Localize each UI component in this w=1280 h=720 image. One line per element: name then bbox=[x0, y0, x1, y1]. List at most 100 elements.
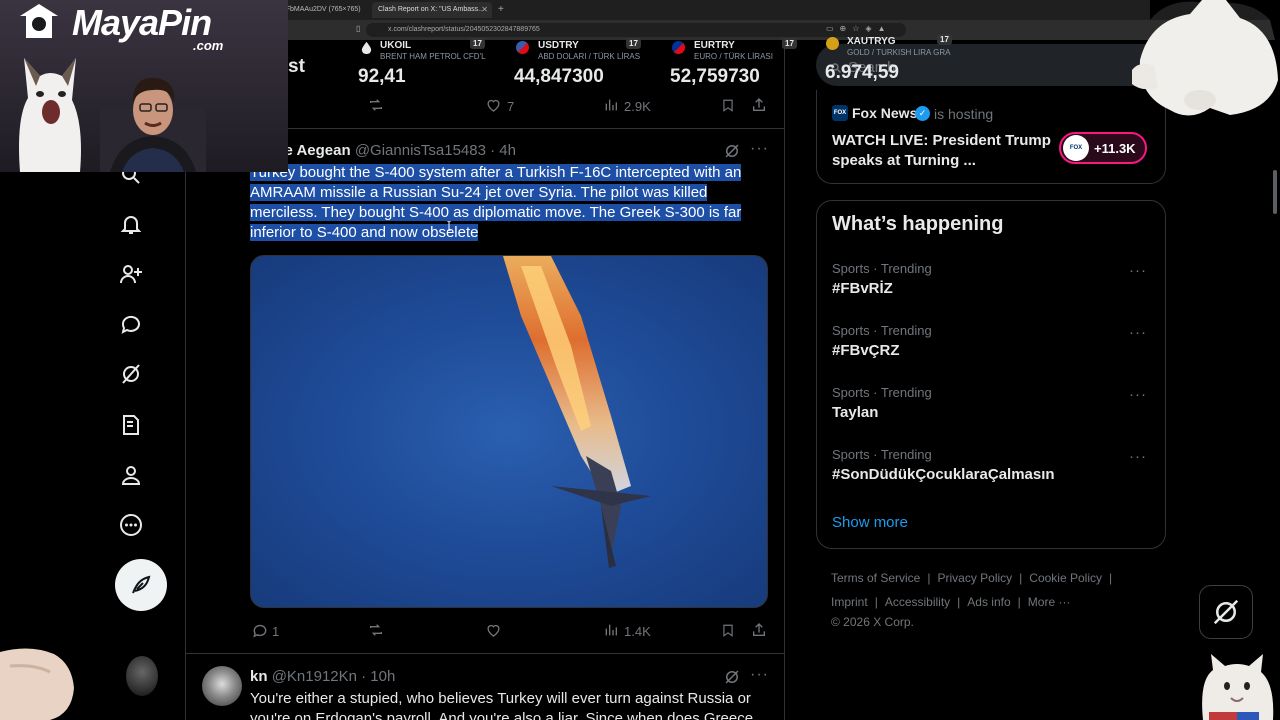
ads-info-link[interactable]: Ads info bbox=[967, 595, 1010, 609]
more-options-icon[interactable]: ··· bbox=[750, 140, 769, 158]
trend-meta: Sports · Trending bbox=[832, 447, 932, 462]
trend-item[interactable]: #SonDüdükÇocuklaraÇalmasın bbox=[832, 466, 1055, 483]
retweet-icon[interactable] bbox=[367, 97, 385, 113]
url-text: x.com/clashreport/status/204505230284788… bbox=[388, 26, 540, 33]
streamer-image bbox=[100, 77, 206, 172]
tweet1-text-content: Turkey bought the S-400 system after a T… bbox=[250, 164, 742, 241]
profile-icon[interactable] bbox=[116, 460, 146, 490]
whats-happening-panel bbox=[816, 200, 1166, 549]
ticker-description: ABD DOLARI / TÜRK LİRAS bbox=[538, 52, 641, 61]
like-icon[interactable] bbox=[485, 97, 502, 113]
ticker-value: 44,847300 bbox=[514, 66, 604, 87]
new-tab-icon[interactable]: + bbox=[498, 4, 504, 15]
mayapin-logo-icon bbox=[20, 4, 58, 38]
reply-icon[interactable] bbox=[251, 622, 269, 639]
browser-extension-icons[interactable]: ▭⊕☆◈▲ bbox=[826, 24, 892, 33]
ticker-symbol: UKOIL bbox=[380, 40, 412, 51]
ticker-symbol: USDTRY bbox=[538, 40, 579, 51]
fox-news-logo-icon: FOX bbox=[832, 105, 848, 121]
feather-pen-icon bbox=[132, 575, 151, 594]
tweet2-header: kn @Kn1912Kn · 10h bbox=[250, 668, 395, 685]
tweet-divider bbox=[185, 653, 785, 654]
more-options-icon[interactable]: ··· bbox=[1129, 448, 1147, 465]
more-options-icon[interactable]: ··· bbox=[750, 666, 769, 684]
trend-item[interactable]: #FBvRİZ bbox=[832, 280, 893, 297]
ticker-usdtry[interactable]: USDTRY 17 ABD DOLARI / TÜRK LİRAS 44,847… bbox=[512, 38, 672, 95]
footer-links-row2: Imprint | Accessibility | Ads info | More ··· bbox=[831, 595, 1071, 609]
hand-overlay-image bbox=[0, 648, 74, 720]
host-name[interactable]: Fox News bbox=[852, 105, 917, 121]
close-tab-icon[interactable]: ✕ bbox=[481, 5, 488, 14]
author-handle-time[interactable]: @Kn1912Kn · 10h bbox=[272, 668, 396, 685]
ticker-value: 6.974,59 bbox=[825, 62, 899, 83]
grok-nav-icon[interactable] bbox=[116, 359, 146, 389]
more-options-icon[interactable]: ··· bbox=[1129, 386, 1147, 403]
tradingview-icon: 17 bbox=[937, 34, 952, 45]
views-icon[interactable] bbox=[603, 622, 619, 638]
bookmark-icon[interactable] bbox=[721, 622, 735, 639]
share-icon[interactable] bbox=[751, 621, 767, 639]
cookie-link[interactable]: Cookie Policy bbox=[1029, 571, 1102, 585]
more-icon[interactable] bbox=[116, 510, 146, 540]
tradingview-icon: 17 bbox=[470, 38, 485, 49]
oil-drop-icon bbox=[361, 41, 372, 54]
page-scrollbar[interactable] bbox=[1273, 170, 1277, 214]
trend-meta: Sports · Trending bbox=[832, 261, 932, 276]
ticker-symbol: EURTRY bbox=[694, 40, 735, 51]
messages-icon[interactable] bbox=[116, 309, 146, 339]
share-icon[interactable] bbox=[751, 96, 767, 114]
account-avatar[interactable] bbox=[126, 656, 158, 696]
tweet1-text: Turkey bought the S-400 system after a T… bbox=[250, 163, 770, 243]
imprint-link[interactable]: Imprint bbox=[831, 595, 868, 609]
accessibility-link[interactable]: Accessibility bbox=[885, 595, 950, 609]
tradingview-icon: 17 bbox=[626, 38, 641, 49]
host-label: is hosting bbox=[934, 106, 994, 122]
avatar[interactable] bbox=[202, 666, 242, 706]
ticker-ukoil[interactable]: UKOIL 17 BRENT HAM PETROL CFD'L 92,41 bbox=[358, 38, 510, 95]
trend-item[interactable]: #FBvÇRZ bbox=[832, 342, 900, 359]
views-icon[interactable] bbox=[603, 97, 619, 113]
cat-meme-topright-image bbox=[1132, 0, 1280, 116]
like-count: 7 bbox=[507, 99, 515, 114]
notifications-icon[interactable] bbox=[116, 209, 146, 239]
bookmark-icon[interactable]: ▯ bbox=[356, 24, 360, 33]
grok-floating-button[interactable] bbox=[1199, 585, 1253, 639]
show-more-link[interactable]: Show more bbox=[832, 514, 908, 531]
url-field[interactable]: x.com/clashreport/status/204505230284788… bbox=[366, 23, 906, 37]
grok-icon[interactable] bbox=[723, 142, 741, 160]
cat-meme-bottomright-image bbox=[1195, 650, 1280, 720]
privacy-link[interactable]: Privacy Policy bbox=[937, 571, 1012, 585]
browser-tab-active[interactable]: Clash Report on X: "US Ambass... ✕ bbox=[372, 2, 492, 18]
ticker-eurtry[interactable]: EURTRY 17 EURO / TÜRK LİRASI 52,759730 bbox=[668, 38, 828, 95]
streamer-webcam-overlay: MayaPin .com bbox=[0, 0, 288, 172]
view-count: 2.9K bbox=[624, 99, 651, 114]
more-options-icon[interactable]: ··· bbox=[1129, 324, 1147, 341]
trend-item[interactable]: Taylan bbox=[832, 404, 878, 421]
like-icon[interactable] bbox=[485, 622, 502, 638]
live-listeners-pill[interactable]: FOX +11.3K bbox=[1059, 132, 1147, 164]
cat-meme-image bbox=[19, 58, 81, 172]
live-title[interactable]: WATCH LIVE: President Trump speaks at Tu… bbox=[832, 131, 1052, 171]
ticker-value: 92,41 bbox=[358, 66, 406, 87]
more-options-icon[interactable]: ··· bbox=[1129, 262, 1147, 279]
compose-post-button[interactable] bbox=[115, 559, 167, 611]
drafts-icon[interactable] bbox=[116, 410, 146, 440]
text-cursor-icon bbox=[447, 221, 451, 231]
author-handle-time[interactable]: @GiannisTsa15483 · 4h bbox=[355, 142, 516, 159]
view-count: 1.4K bbox=[624, 624, 651, 639]
mayapin-logo: MayaPin bbox=[72, 2, 212, 43]
tweet1-image[interactable] bbox=[250, 255, 768, 608]
bookmark-icon[interactable] bbox=[721, 97, 735, 114]
follow-icon[interactable] bbox=[116, 259, 146, 289]
tweet2-text: You're either a stupied, who believes Tu… bbox=[250, 690, 754, 720]
grok-icon[interactable] bbox=[723, 668, 741, 686]
listener-count: +11.3K bbox=[1094, 140, 1136, 156]
terms-link[interactable]: Terms of Service bbox=[831, 571, 920, 585]
fox-news-avatar-icon: FOX bbox=[1063, 135, 1089, 161]
ticker-xautryg[interactable]: XAUTRYG 17 GOLD / TURKISH LIRA GRA 6.974… bbox=[823, 34, 983, 91]
author-name[interactable]: kn bbox=[250, 668, 268, 685]
footer-links-row1: Terms of Service | Privacy Policy | Cookie P… bbox=[831, 571, 1113, 585]
ticker-symbol: XAUTRYG bbox=[847, 36, 896, 47]
retweet-icon[interactable] bbox=[367, 622, 385, 638]
more-link[interactable]: More ··· bbox=[1028, 595, 1071, 609]
